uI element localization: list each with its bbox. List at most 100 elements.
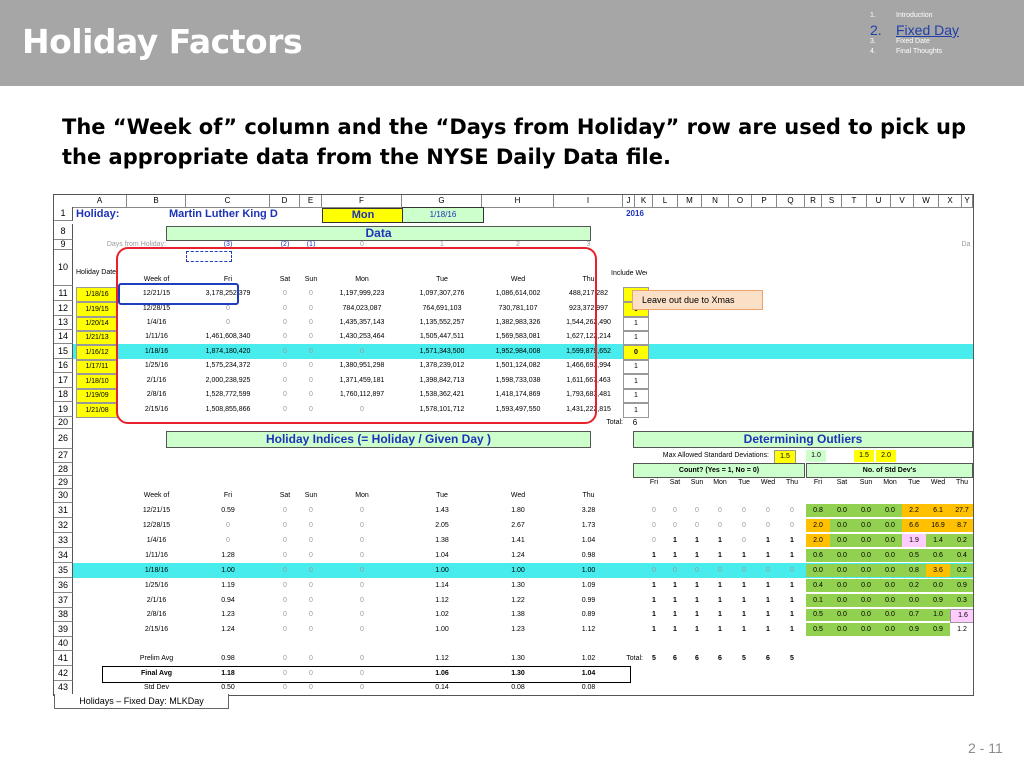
- index-cell: 0: [309, 567, 313, 574]
- std-dev-cell: 0.0: [830, 549, 854, 562]
- row-header[interactable]: 14: [54, 330, 73, 344]
- index-cell: 1.04: [435, 552, 449, 559]
- row-header[interactable]: 26: [54, 429, 73, 449]
- row-header[interactable]: 16: [54, 359, 73, 373]
- agenda-item-final-thoughts[interactable]: 4. Final Thoughts: [870, 48, 1020, 58]
- row-header[interactable]: 31: [54, 503, 73, 518]
- count-cell: 0: [718, 507, 722, 514]
- row-header[interactable]: 30: [54, 489, 73, 503]
- column-header[interactable]: U: [867, 195, 891, 208]
- final-avg-box: [102, 666, 631, 683]
- sheet-tab[interactable]: Holidays – Fixed Day: MLKDay: [54, 694, 229, 709]
- std-dev-cell: 0.9: [926, 623, 950, 636]
- column-header[interactable]: M: [678, 195, 702, 208]
- row-header[interactable]: 33: [54, 533, 73, 548]
- index-cell: 1.41: [511, 537, 525, 544]
- spreadsheet[interactable]: A B C D E F G H I J K L M N O P Q R S T U V W X Y 1 8 9 10 11 12 13 14 15…: [53, 194, 974, 696]
- std-dev-cell: 0.2: [902, 579, 926, 592]
- count-day-header: Sun: [690, 479, 704, 486]
- col-header: Tue: [436, 492, 448, 499]
- row-header[interactable]: 18: [54, 388, 73, 402]
- index-cell: 0: [309, 522, 313, 529]
- include-week-cell: 0: [623, 345, 649, 360]
- row-header[interactable]: 36: [54, 578, 73, 593]
- count-cell: 0: [652, 567, 656, 574]
- row-header[interactable]: 42: [54, 666, 73, 681]
- column-header[interactable]: S: [822, 195, 842, 208]
- count-cell: 1: [718, 582, 722, 589]
- std-dev-cell: 0.0: [878, 564, 902, 577]
- std-dev-cell: 0.6: [806, 549, 830, 562]
- std-dev-cell: 0.0: [878, 549, 902, 562]
- max-allowed-value: 1.5: [854, 450, 874, 462]
- count-cell: 0: [695, 507, 699, 514]
- count-cell: 0: [742, 507, 746, 514]
- row-header[interactable]: 32: [54, 518, 73, 533]
- count-cell: 1: [766, 626, 770, 633]
- agenda-item-fixed-date[interactable]: 3. Fixed Date: [870, 38, 1020, 48]
- col-header-include: Include Week?: [611, 270, 647, 277]
- column-header[interactable]: F: [322, 195, 402, 208]
- row-header[interactable]: 34: [54, 548, 73, 563]
- agenda-item-fixed-day[interactable]: 2. Fixed Day: [870, 22, 1020, 38]
- count-cell: 1: [652, 582, 656, 589]
- std-dev-cell: 0.0: [854, 519, 878, 532]
- column-header[interactable]: N: [702, 195, 729, 208]
- std-day-header: Tue: [908, 479, 920, 486]
- column-header[interactable]: R: [805, 195, 822, 208]
- summary-cell: 0: [309, 684, 313, 691]
- index-cell: 1.02: [435, 611, 449, 618]
- max-allowed-value: 1.5: [774, 450, 796, 464]
- row-header[interactable]: 20: [54, 417, 73, 429]
- slide-subtitle: The “Week of” column and the “Days from …: [62, 115, 966, 169]
- index-cell: 1.00: [511, 567, 525, 574]
- column-header[interactable]: T: [842, 195, 867, 208]
- row-header[interactable]: 12: [54, 301, 73, 316]
- agenda-item-introduction[interactable]: 1. Introduction: [870, 12, 1020, 22]
- std-dev-cell: 0.0: [830, 594, 854, 607]
- count-cell: 1: [742, 611, 746, 618]
- column-header[interactable]: W: [914, 195, 939, 208]
- week-of-cell: 2/1/16: [146, 597, 167, 604]
- column-header[interactable]: O: [729, 195, 752, 208]
- count-cell: 1: [652, 611, 656, 618]
- row-header[interactable]: 15: [54, 344, 73, 359]
- std-dev-cell: 0.2: [950, 564, 973, 577]
- row-header[interactable]: 10: [54, 250, 73, 286]
- column-header[interactable]: Y: [962, 195, 973, 208]
- row-header[interactable]: 27: [54, 449, 73, 463]
- row-header[interactable]: 40: [54, 637, 73, 651]
- row-header[interactable]: 13: [54, 316, 73, 330]
- column-header[interactable]: V: [891, 195, 914, 208]
- row-header[interactable]: 17: [54, 373, 73, 388]
- count-cell: 0: [766, 522, 770, 529]
- row-header[interactable]: 43: [54, 681, 73, 695]
- column-header[interactable]: X: [939, 195, 962, 208]
- row-header[interactable]: 29: [54, 476, 73, 489]
- column-header[interactable]: I: [554, 195, 623, 208]
- row-header[interactable]: 11: [54, 286, 73, 301]
- row-header[interactable]: 1: [54, 207, 73, 221]
- row-header[interactable]: 39: [54, 622, 73, 637]
- holiday-date-cell: 1/18/10: [76, 374, 118, 389]
- std-dev-cell: 2.0: [806, 519, 830, 532]
- count-cell: 0: [695, 522, 699, 529]
- row-header[interactable]: 38: [54, 608, 73, 622]
- row-header[interactable]: 35: [54, 563, 73, 578]
- row-header[interactable]: 37: [54, 593, 73, 608]
- row-header[interactable]: 28: [54, 463, 73, 476]
- index-cell: 0.59: [221, 507, 235, 514]
- column-header[interactable]: Q: [777, 195, 805, 208]
- row-header[interactable]: 19: [54, 402, 73, 417]
- row-header[interactable]: 9: [54, 240, 73, 250]
- column-header[interactable]: H: [482, 195, 554, 208]
- std-dev-cell: 1.2: [957, 626, 967, 633]
- col-header: Mon: [355, 492, 369, 499]
- summary-cell: 0.08: [581, 684, 596, 691]
- column-header[interactable]: P: [752, 195, 777, 208]
- row-header[interactable]: 41: [54, 651, 73, 666]
- column-header[interactable]: L: [653, 195, 678, 208]
- row-header[interactable]: 8: [54, 224, 73, 240]
- std-dev-cell: 0.8: [806, 504, 830, 517]
- summary-cell: 1.30: [511, 655, 525, 662]
